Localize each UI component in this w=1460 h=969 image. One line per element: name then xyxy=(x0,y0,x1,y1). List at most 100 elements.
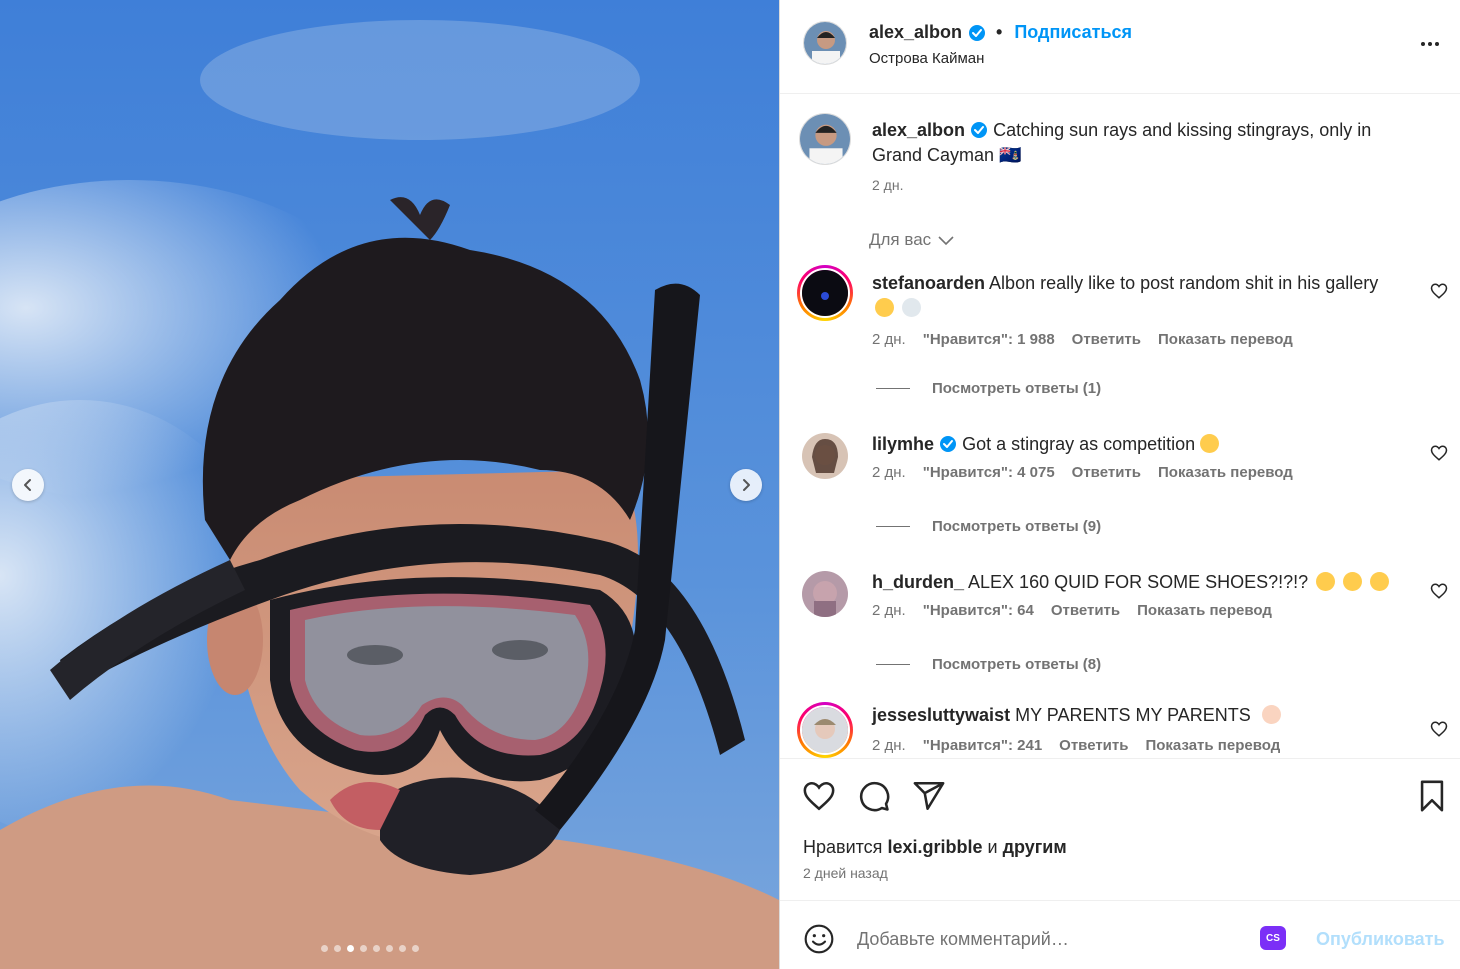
post-header: alex_albon • Подписаться Острова Кайман xyxy=(780,0,1460,94)
comment-likes[interactable]: "Нравится": 64 xyxy=(923,602,1034,619)
chevron-down-icon xyxy=(938,236,954,246)
comment-meta: 2 дн. "Нравится": 4 075 Ответить Показат… xyxy=(872,464,1293,481)
comment-meta: 2 дн. "Нравится": 241 Ответить Показать … xyxy=(872,737,1280,754)
replies-divider xyxy=(876,388,910,389)
commenter-avatar[interactable] xyxy=(797,702,853,758)
reply-button[interactable]: Ответить xyxy=(1072,464,1141,481)
likes-others[interactable]: другим xyxy=(1003,837,1067,857)
comment-composer: CS Опубликовать xyxy=(780,900,1460,969)
chevron-right-icon xyxy=(743,479,750,491)
heart-hands-emoji-icon xyxy=(1261,705,1281,724)
reply-button[interactable]: Ответить xyxy=(1051,602,1120,619)
crying-face-emoji-icon xyxy=(1200,434,1220,453)
author-username[interactable]: alex_albon xyxy=(869,22,962,43)
carousel-dot xyxy=(334,945,341,952)
comment-sort-dropdown[interactable]: Для вас xyxy=(869,230,955,250)
comment-time[interactable]: 2 дн. xyxy=(872,331,906,348)
verified-badge-icon xyxy=(969,24,986,41)
likes-conjunction: и xyxy=(987,837,998,857)
publish-button[interactable]: Опубликовать xyxy=(1316,929,1445,950)
replies-divider xyxy=(876,526,910,527)
likes-summary[interactable]: Нравится lexi.gribble и другим xyxy=(803,837,1067,858)
caption-author-avatar[interactable] xyxy=(799,113,851,165)
comment-username[interactable]: jessesluttywaist xyxy=(872,705,1010,725)
share-icon[interactable] xyxy=(912,779,946,813)
carousel-dot xyxy=(412,945,419,952)
more-icon xyxy=(1421,42,1425,46)
commenter-avatar[interactable] xyxy=(802,433,848,479)
view-replies-button[interactable]: Посмотреть ответы (8) xyxy=(876,656,1101,673)
comment-username[interactable]: lilymhe xyxy=(872,434,934,454)
carousel-dot xyxy=(347,945,354,952)
comment-input[interactable] xyxy=(857,923,1237,955)
reply-button[interactable]: Ответить xyxy=(1072,331,1141,348)
crying-emoji-icon xyxy=(875,298,894,317)
carousel-dot xyxy=(399,945,406,952)
comment-meta: 2 дн. "Нравится": 1 988 Ответить Показат… xyxy=(872,331,1293,348)
show-translation-button[interactable]: Показать перевод xyxy=(1145,737,1280,754)
heart-icon[interactable] xyxy=(802,779,836,813)
comment-meta: 2 дн. "Нравится": 64 Ответить Показать п… xyxy=(872,602,1272,619)
comment-text: MY PARENTS MY PARENTS xyxy=(1015,705,1251,725)
comment-likes[interactable]: "Нравится": 1 988 xyxy=(923,331,1055,348)
comment-text: ALEX 160 QUID FOR SOME SHOES?!?!? xyxy=(968,572,1309,592)
caption-timestamp[interactable]: 2 дн. xyxy=(872,177,903,193)
post-media[interactable] xyxy=(0,0,779,969)
heart-icon[interactable] xyxy=(1430,582,1448,600)
view-replies-button[interactable]: Посмотреть ответы (1) xyxy=(876,380,1101,397)
follow-button[interactable]: Подписаться xyxy=(1014,22,1132,43)
view-replies-label: Посмотреть ответы (9) xyxy=(932,518,1102,535)
likes-prefix: Нравится xyxy=(803,837,883,857)
show-translation-button[interactable]: Показать перевод xyxy=(1137,602,1272,619)
more-icon-dot xyxy=(1435,42,1439,46)
comment-username[interactable]: h_durden_ xyxy=(872,572,964,592)
carousel-prev-button[interactable] xyxy=(12,469,44,501)
liker-username[interactable]: lexi.gribble xyxy=(887,837,982,857)
comment-icon[interactable] xyxy=(857,779,891,813)
more-options-button[interactable] xyxy=(1418,34,1442,54)
author-avatar[interactable] xyxy=(803,21,847,65)
heart-icon[interactable] xyxy=(1430,720,1448,738)
commenter-avatar[interactable] xyxy=(797,265,853,321)
comment-username[interactable]: stefanoarden xyxy=(872,273,985,293)
comment-body: h_durden_ ALEX 160 QUID FOR SOME SHOES?!… xyxy=(872,570,1392,595)
comment-time[interactable]: 2 дн. xyxy=(872,464,906,481)
more-icon-dot xyxy=(1428,42,1432,46)
emoji-icon[interactable] xyxy=(803,923,835,955)
carousel-dot xyxy=(360,945,367,952)
post-location[interactable]: Острова Кайман xyxy=(869,50,984,67)
header-separator: • xyxy=(996,22,1003,42)
comment-text: Albon really like to post random shit in… xyxy=(989,273,1379,293)
reply-button[interactable]: Ответить xyxy=(1059,737,1128,754)
comment-body: jessesluttywaist MY PARENTS MY PARENTS xyxy=(872,703,1392,728)
comment-likes[interactable]: "Нравится": 241 xyxy=(923,737,1042,754)
skull-emoji-icon xyxy=(902,298,922,317)
verified-badge-icon xyxy=(940,436,957,452)
comments-list[interactable]: alex_albon Catching sun rays and kissing… xyxy=(780,95,1460,758)
show-translation-button[interactable]: Показать перевод xyxy=(1158,331,1293,348)
cs-extension-badge[interactable]: CS xyxy=(1260,926,1286,950)
post-timestamp[interactable]: 2 дней назад xyxy=(803,865,888,881)
comment-body: lilymhe Got a stingray as competition xyxy=(872,432,1392,457)
post-panel: alex_albon • Подписаться Острова Кайман … xyxy=(779,0,1460,969)
comment-likes[interactable]: "Нравится": 4 075 xyxy=(923,464,1055,481)
comment-time[interactable]: 2 дн. xyxy=(872,602,906,619)
post-photo xyxy=(0,0,779,969)
carousel-next-button[interactable] xyxy=(730,469,762,501)
comment-body: stefanoarden Albon really like to post r… xyxy=(872,271,1392,321)
carousel-dot xyxy=(386,945,393,952)
carousel-indicator xyxy=(321,945,419,952)
bookmark-icon[interactable] xyxy=(1415,779,1449,813)
show-translation-button[interactable]: Показать перевод xyxy=(1158,464,1293,481)
heart-icon[interactable] xyxy=(1430,444,1448,462)
post-actions: Нравится lexi.gribble и другим 2 дней на… xyxy=(780,758,1460,900)
post-caption: alex_albon Catching sun rays and kissing… xyxy=(872,118,1412,168)
comment-text: Got a stingray as competition xyxy=(962,434,1196,454)
commenter-avatar[interactable] xyxy=(802,571,848,617)
heart-icon[interactable] xyxy=(1430,282,1448,300)
caption-username[interactable]: alex_albon xyxy=(872,120,965,140)
comment-time[interactable]: 2 дн. xyxy=(872,737,906,754)
disappointed-emoji-icon xyxy=(1316,572,1336,591)
view-replies-button[interactable]: Посмотреть ответы (9) xyxy=(876,518,1101,535)
carousel-dot xyxy=(373,945,380,952)
